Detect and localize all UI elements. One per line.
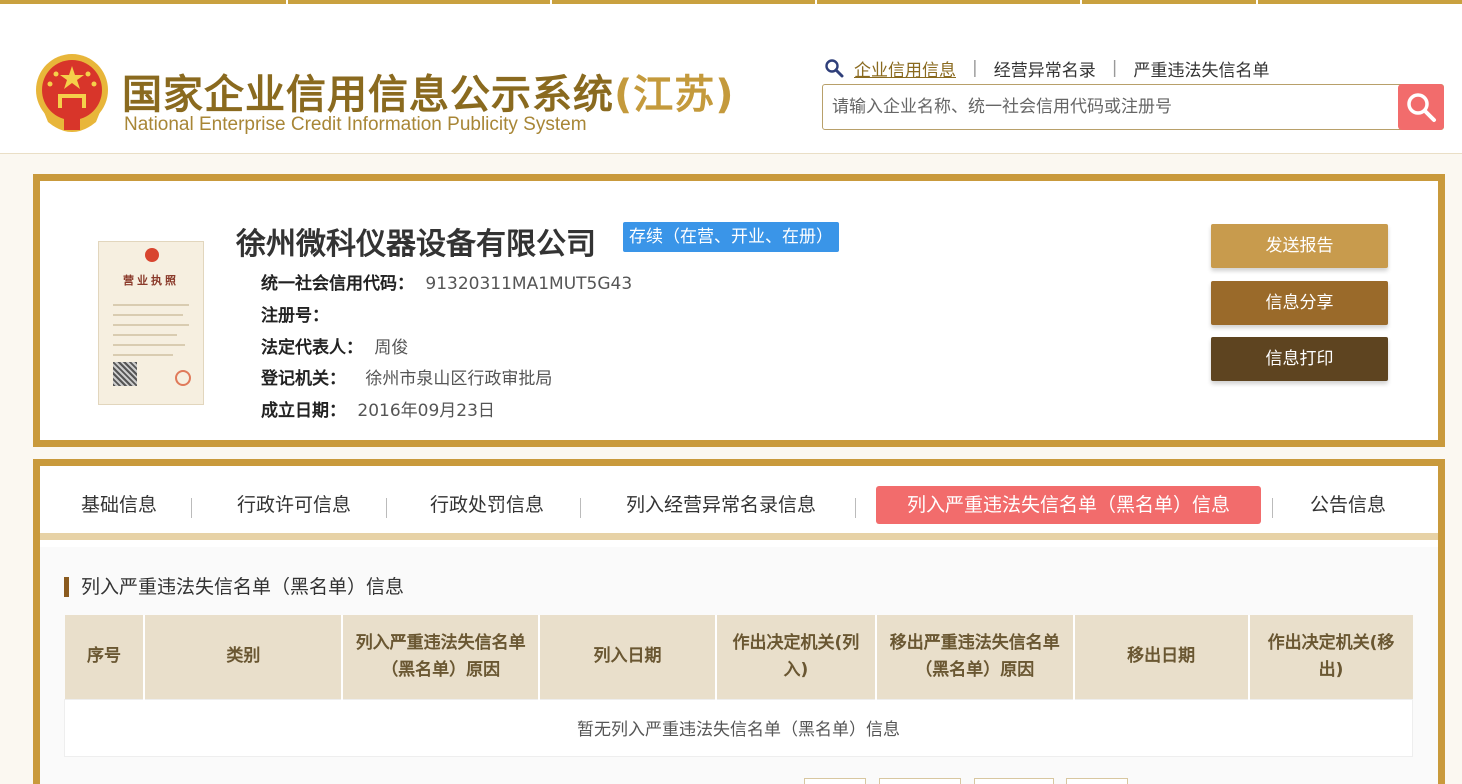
national-emblem-icon xyxy=(36,54,108,132)
field-label: 法定代表人： xyxy=(261,338,363,358)
nav-separator: | xyxy=(972,58,978,78)
search-box xyxy=(822,84,1444,130)
field-value: 周俊 xyxy=(374,338,409,358)
site-title-cn: 国家企业信用信息公示系统(江苏) xyxy=(122,62,735,120)
send-report-button[interactable]: 发送报告 xyxy=(1211,224,1388,268)
column-header: 移出严重违法失信名单（黑名单）原因 xyxy=(875,615,1075,699)
site-header: 国家企业信用信息公示系统(江苏) National Enterprise Cre… xyxy=(0,4,1462,154)
field-reg-authority: 登记机关： 徐州市泉山区行政审批局 xyxy=(261,364,552,389)
field-reg-number: 注册号： xyxy=(261,301,329,326)
column-header: 作出决定机关(列入) xyxy=(715,615,877,699)
tab-announcements[interactable]: 公告信息 xyxy=(1300,486,1396,524)
field-value: 2016年09月23日 xyxy=(357,401,495,421)
tab-abnormal-list[interactable]: 列入经营异常名录信息 xyxy=(614,486,828,524)
search-icon xyxy=(825,59,844,78)
tab-separator xyxy=(855,498,856,518)
license-heading: 营业执照 xyxy=(123,274,179,287)
field-value: 徐州市泉山区行政审批局 xyxy=(365,369,553,389)
tab-separator xyxy=(386,498,387,518)
column-header: 移出日期 xyxy=(1073,615,1250,699)
field-legal-rep: 法定代表人： 周俊 xyxy=(261,333,408,358)
site-title-main: 国家企业信用信息公示系统 xyxy=(122,72,614,118)
print-info-button[interactable]: 信息打印 xyxy=(1211,337,1388,381)
tab-admin-penalty[interactable]: 行政处罚信息 xyxy=(420,486,554,524)
pager-prev-button[interactable] xyxy=(879,778,961,784)
search-button[interactable] xyxy=(1398,84,1444,130)
tab-bar: 基础信息 行政许可信息 行政处罚信息 列入经营异常名录信息 列入严重违法失信名单… xyxy=(40,466,1438,540)
field-credit-code: 统一社会信用代码： 91320311MA1MUT5G43 xyxy=(261,269,632,294)
column-header: 列入严重违法失信名单（黑名单）原因 xyxy=(342,615,541,699)
nav-blacklist[interactable]: 严重违法失信名单 xyxy=(1133,56,1269,81)
share-info-button[interactable]: 信息分享 xyxy=(1211,281,1388,325)
tab-blacklist[interactable]: 列入严重违法失信名单（黑名单）信息 xyxy=(876,486,1261,524)
blacklist-table: 序号 类别 列入严重违法失信名单（黑名单）原因 列入日期 作出决定机关(列入) … xyxy=(64,615,1413,757)
tab-separator xyxy=(580,498,581,518)
tab-separator xyxy=(1272,498,1273,518)
info-panel: 基础信息 行政许可信息 行政处罚信息 列入经营异常名录信息 列入严重违法失信名单… xyxy=(33,459,1445,784)
section-title: 列入严重违法失信名单（黑名单）信息 xyxy=(64,577,404,597)
column-header: 列入日期 xyxy=(539,615,717,699)
table-row: 暂无列入严重违法失信名单（黑名单）信息 xyxy=(64,698,1413,757)
business-license-image: 营业执照 xyxy=(98,241,204,405)
site-title-en: National Enterprise Credit Information P… xyxy=(124,114,587,135)
tab-basic-info[interactable]: 基础信息 xyxy=(73,486,165,524)
pager-next-button[interactable] xyxy=(974,778,1054,784)
column-header: 类别 xyxy=(144,615,344,699)
pager-first-button[interactable] xyxy=(804,778,866,784)
tab-content: 列入严重违法失信名单（黑名单）信息 序号 类别 列入严重违法失信名单（黑名单）原… xyxy=(40,547,1438,784)
nav-credit-info[interactable]: 企业信用信息 xyxy=(854,56,956,81)
nav-separator: | xyxy=(1111,58,1118,78)
table-header-row: 序号 类别 列入严重违法失信名单（黑名单）原因 列入日期 作出决定机关(列入) … xyxy=(64,615,1413,699)
search-input[interactable] xyxy=(823,85,1397,129)
nav-abnormal-list[interactable]: 经营异常名录 xyxy=(994,56,1096,81)
company-card: 营业执照 徐州微科仪器设备有限公司 存续（在营、开业、在册） 统一社会信用代码：… xyxy=(33,174,1445,447)
field-label: 注册号： xyxy=(261,306,329,326)
top-nav: 企业信用信息 | 经营异常名录 | 严重违法失信名单 xyxy=(824,56,1269,81)
license-emblem-icon xyxy=(145,248,159,262)
column-header: 作出决定机关(移出) xyxy=(1248,615,1413,699)
empty-message: 暂无列入严重违法失信名单（黑名单）信息 xyxy=(64,698,1413,757)
field-label: 统一社会信用代码： xyxy=(261,274,414,294)
field-value: 91320311MA1MUT5G43 xyxy=(425,274,633,294)
column-header: 序号 xyxy=(64,615,146,699)
company-name: 徐州微科仪器设备有限公司 xyxy=(236,227,596,262)
field-founded-date: 成立日期： 2016年09月23日 xyxy=(261,396,495,421)
qr-code-icon xyxy=(113,362,137,386)
field-label: 成立日期： xyxy=(261,401,346,421)
status-badge: 存续（在营、开业、在册） xyxy=(623,222,839,252)
pager-last-button[interactable] xyxy=(1066,778,1128,784)
magnifier-icon xyxy=(1407,93,1436,122)
field-label: 登记机关： xyxy=(261,369,346,389)
site-title-province: (江苏) xyxy=(614,72,735,118)
tab-admin-license[interactable]: 行政许可信息 xyxy=(226,486,362,524)
seal-icon xyxy=(175,370,191,386)
tab-separator xyxy=(191,498,192,518)
